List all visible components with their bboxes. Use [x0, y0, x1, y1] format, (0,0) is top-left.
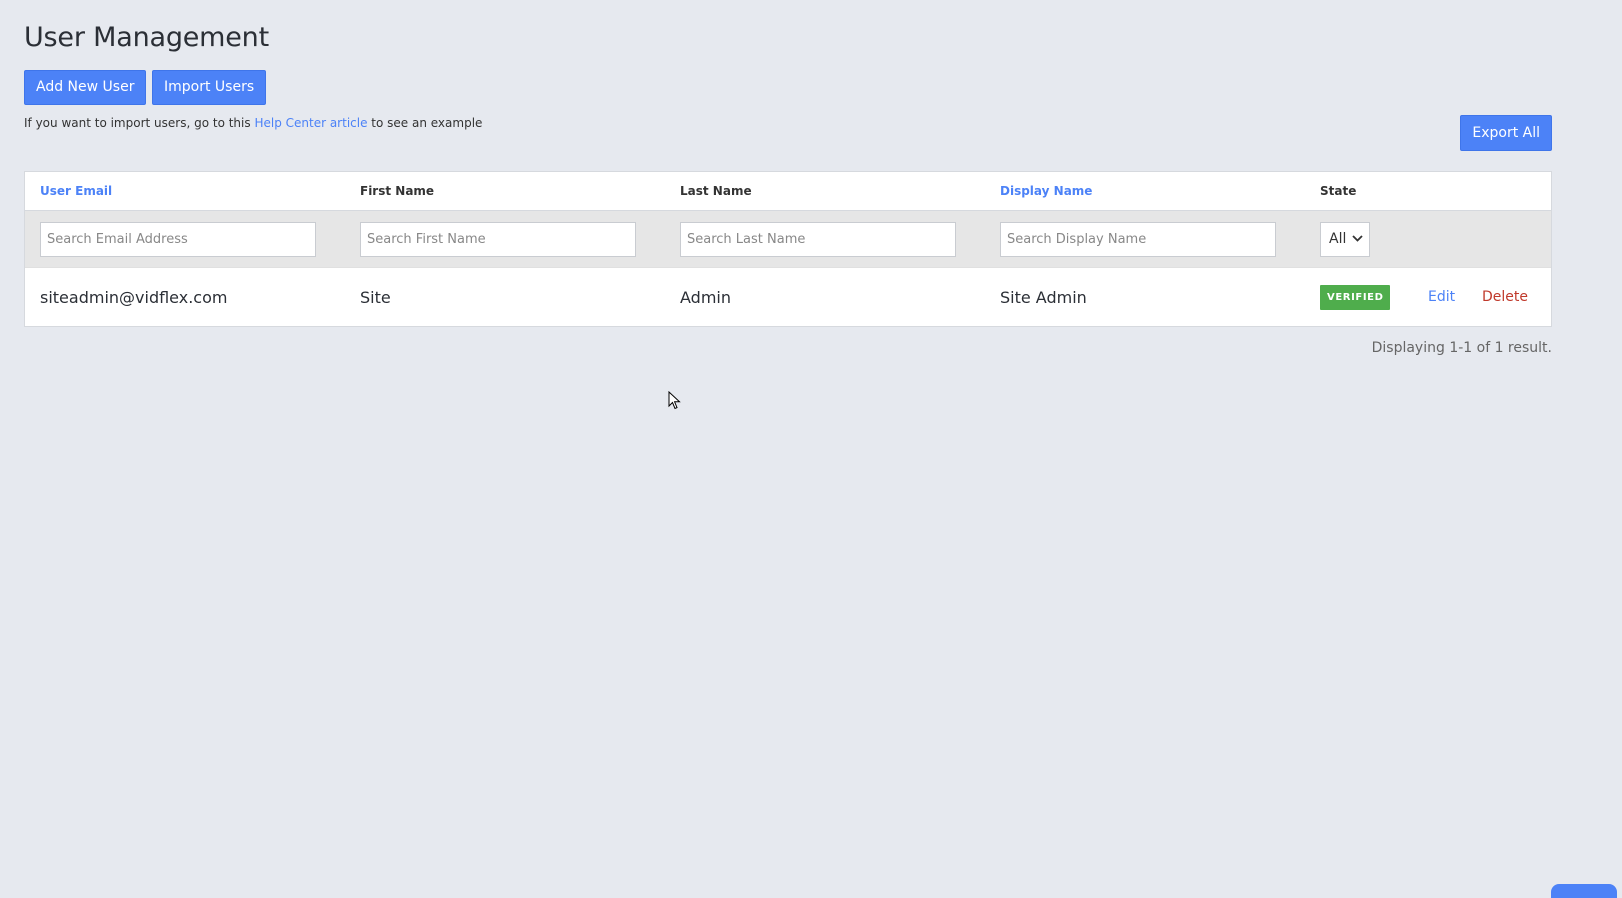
- table-filter-row: All: [25, 211, 1551, 267]
- table-row: siteadmin@vidflex.com Site Admin Site Ad…: [25, 267, 1551, 326]
- column-header-user-email[interactable]: User Email: [40, 184, 112, 198]
- column-header-display-name[interactable]: Display Name: [1000, 184, 1092, 198]
- cell-last-name: Admin: [680, 287, 731, 307]
- cell-display-name: Site Admin: [1000, 287, 1087, 307]
- search-display-name-input[interactable]: [1000, 221, 1276, 257]
- search-last-name-input[interactable]: [680, 221, 956, 257]
- export-all-button[interactable]: Export All: [1460, 115, 1552, 151]
- search-email-input[interactable]: [40, 221, 316, 257]
- import-users-button[interactable]: Import Users: [152, 70, 267, 105]
- cell-first-name: Site: [360, 287, 391, 307]
- column-header-state: State: [1320, 184, 1357, 198]
- users-table: User Email First Name Last Name Display …: [24, 171, 1552, 327]
- mouse-cursor-icon: [668, 390, 682, 411]
- state-filter-value: All: [1329, 231, 1347, 247]
- result-count: Displaying 1-1 of 1 result.: [1371, 340, 1552, 356]
- delete-user-link[interactable]: Delete: [1482, 268, 1528, 326]
- state-filter-select[interactable]: All: [1320, 221, 1370, 257]
- chat-widget-tab[interactable]: [1551, 884, 1617, 898]
- status-badge: VERIFIED: [1320, 284, 1391, 310]
- page-title: User Management: [24, 22, 269, 53]
- add-new-user-button[interactable]: Add New User: [24, 70, 147, 105]
- import-help-text: If you want to import users, go to this …: [24, 116, 482, 130]
- help-center-link[interactable]: Help Center article: [254, 116, 367, 130]
- search-first-name-input[interactable]: [360, 221, 636, 257]
- help-text-prefix: If you want to import users, go to this: [24, 116, 251, 130]
- column-header-first-name: First Name: [360, 184, 435, 198]
- edit-user-link[interactable]: Edit: [1428, 268, 1455, 326]
- help-text-suffix: to see an example: [371, 116, 483, 130]
- column-header-last-name: Last Name: [680, 184, 752, 198]
- cell-email: siteadmin@vidflex.com: [40, 287, 228, 307]
- table-header-row: User Email First Name Last Name Display …: [25, 172, 1551, 211]
- chevron-down-icon: [1352, 234, 1363, 245]
